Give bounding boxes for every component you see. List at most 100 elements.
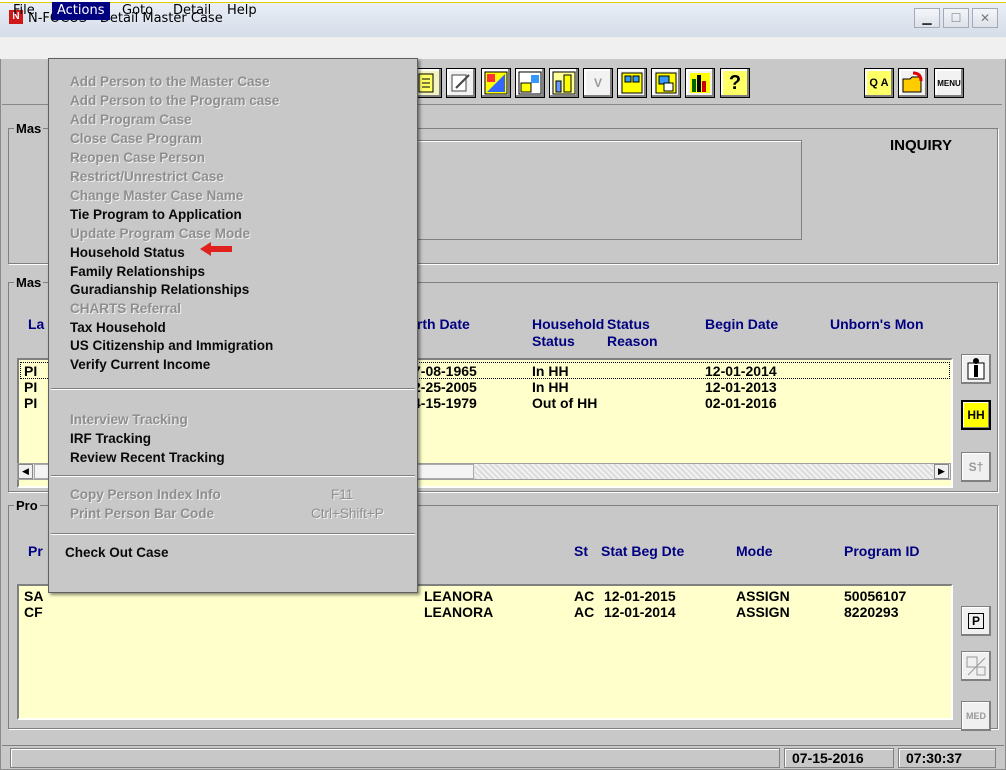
menu-item-add-person-master[interactable]: Add Person to the Master Case bbox=[70, 73, 270, 91]
menu-item-copy-person-index[interactable]: Copy Person Index Info bbox=[70, 486, 221, 504]
menu-item-print-bar-code[interactable]: Print Person Bar Code bbox=[70, 505, 214, 523]
info-icon-button[interactable] bbox=[515, 68, 545, 98]
program-id-cell: 8220293 bbox=[844, 604, 899, 620]
begin-date-cell: 12-01-2014 bbox=[705, 363, 777, 379]
status-date: 07-15-2016 bbox=[784, 748, 894, 768]
scroll-track[interactable] bbox=[475, 464, 933, 479]
menu-help[interactable]: Help bbox=[222, 2, 262, 20]
menu-item-family-relationships[interactable]: Family Relationships bbox=[70, 263, 205, 281]
person-detail-button[interactable] bbox=[961, 354, 991, 384]
col-household-status: Household Status bbox=[532, 316, 605, 349]
window-icon-button[interactable] bbox=[617, 68, 647, 98]
table-row[interactable]: PI bbox=[24, 396, 37, 411]
mode-label: INQUIRY bbox=[890, 137, 952, 154]
close-button[interactable]: ✕ bbox=[972, 8, 998, 28]
menu-item-reopen-case-person[interactable]: Reopen Case Person bbox=[70, 149, 205, 167]
program-name-cell: LEANORA bbox=[424, 604, 494, 620]
col-birth-date: irth Date bbox=[413, 316, 470, 332]
menu-separator bbox=[51, 475, 415, 477]
menu-bar bbox=[0, 37, 1006, 59]
menu-item-update-program-mode[interactable]: Update Program Case Mode bbox=[70, 225, 250, 243]
shortcut-ctrl-shift-p: Ctrl+Shift+P bbox=[311, 506, 384, 521]
menu-item-restrict-case[interactable]: Restrict/Unrestrict Case bbox=[70, 168, 224, 186]
status-message bbox=[10, 748, 780, 768]
col-program: Pr bbox=[28, 543, 43, 559]
shortcut-f11: F11 bbox=[331, 487, 354, 502]
help-icon: ? bbox=[728, 71, 742, 94]
menu-item-tax-household[interactable]: Tax Household bbox=[70, 319, 166, 337]
menu-actions[interactable]: Actions bbox=[52, 2, 110, 20]
program-status-cell: AC bbox=[574, 588, 595, 604]
menu-file[interactable]: File bbox=[8, 2, 40, 20]
household-status-cell: In HH bbox=[532, 379, 569, 395]
verify-icon-button[interactable]: V bbox=[583, 68, 613, 98]
household-status-cell: In HH bbox=[532, 363, 569, 379]
menu-detail[interactable]: Detail bbox=[168, 2, 216, 20]
edit-icon-button[interactable] bbox=[446, 68, 476, 98]
birth-date-cell: 2-25-2005 bbox=[413, 379, 477, 395]
program-transfer-button[interactable] bbox=[961, 651, 991, 681]
menu-item-irf-tracking[interactable]: IRF Tracking bbox=[70, 430, 151, 448]
program-button[interactable]: P bbox=[961, 606, 991, 636]
actions-dropdown-menu: Add Person to the Master Case Add Person… bbox=[48, 58, 418, 593]
program-stat-beg-cell: 12-01-2015 bbox=[604, 588, 676, 604]
household-status-cell: Out of HH bbox=[532, 395, 598, 411]
menu-item-add-person-program[interactable]: Add Person to the Program case bbox=[70, 92, 279, 110]
col-mode: Mode bbox=[736, 543, 773, 559]
case-name-panel bbox=[410, 140, 802, 240]
table-row[interactable]: PI bbox=[24, 380, 37, 395]
minimize-button[interactable]: ▁ bbox=[914, 8, 940, 28]
bar-chart-icon-button[interactable] bbox=[685, 68, 715, 98]
qa-icon-button[interactable]: Q A bbox=[864, 68, 894, 98]
menu-item-verify-income[interactable]: Verify Current Income bbox=[70, 356, 210, 374]
menu-separator bbox=[51, 388, 415, 390]
menu-item-guardianship[interactable]: Guradianship Relationships bbox=[70, 281, 249, 299]
menu-item-change-master-name[interactable]: Change Master Case Name bbox=[70, 187, 243, 205]
begin-date-cell: 02-01-2016 bbox=[705, 395, 777, 411]
program-group-label: Pro bbox=[14, 498, 40, 513]
col-st: St bbox=[574, 543, 588, 559]
menu-item-charts-referral[interactable]: CHARTS Referral bbox=[70, 300, 181, 318]
menu-item-us-citizenship[interactable]: US Citizenship and Immigration bbox=[70, 337, 273, 355]
med-button[interactable]: MED bbox=[961, 701, 991, 731]
folder-icon-button[interactable] bbox=[898, 68, 928, 98]
table-row[interactable]: PI bbox=[24, 364, 37, 379]
table-row[interactable]: CF bbox=[24, 605, 43, 620]
master-people-group-label: Mas bbox=[14, 275, 44, 290]
program-id-cell: 50056107 bbox=[844, 588, 907, 604]
household-button[interactable]: HH bbox=[961, 400, 991, 430]
menu-goto[interactable]: Goto bbox=[117, 2, 158, 20]
program-mode-cell: ASSIGN bbox=[736, 588, 790, 604]
address-icon-button[interactable] bbox=[481, 68, 511, 98]
table-row[interactable]: SA bbox=[24, 589, 43, 604]
col-status-reason: Status Reason bbox=[607, 316, 658, 349]
maximize-button[interactable]: ☐ bbox=[943, 8, 969, 28]
menu-item-check-out-case[interactable]: Check Out Case bbox=[65, 544, 169, 562]
help-icon-button[interactable]: ? bbox=[720, 68, 750, 98]
menu-item-add-program-case[interactable]: Add Program Case bbox=[70, 111, 192, 129]
menu-item-interview-tracking[interactable]: Interview Tracking bbox=[70, 411, 188, 429]
status-time: 07:30:37 bbox=[898, 748, 996, 768]
menu-item-tie-program[interactable]: Tie Program to Application bbox=[70, 206, 242, 224]
red-arrow-icon bbox=[200, 242, 232, 256]
master-case-group-label: Mas bbox=[14, 121, 44, 136]
transfer-icon-button[interactable] bbox=[651, 68, 681, 98]
menu-item-review-recent-tracking[interactable]: Review Recent Tracking bbox=[70, 449, 225, 467]
person-stat-button[interactable]: S† bbox=[961, 452, 991, 482]
birth-date-cell: 4-15-1979 bbox=[413, 395, 477, 411]
scroll-right-button[interactable]: ▶ bbox=[934, 464, 949, 479]
menu-icon-button[interactable]: MENU bbox=[934, 68, 964, 98]
menu-item-household-status[interactable]: Household Status bbox=[70, 244, 185, 262]
program-stat-beg-cell: 12-01-2014 bbox=[604, 604, 676, 620]
col-program-id: Program ID bbox=[844, 543, 920, 559]
chart-icon-button[interactable] bbox=[549, 68, 579, 98]
menu-item-close-case-program[interactable]: Close Case Program bbox=[70, 130, 202, 148]
program-mode-cell: ASSIGN bbox=[736, 604, 790, 620]
program-name-cell: LEANORA bbox=[424, 588, 494, 604]
scroll-left-button[interactable]: ◀ bbox=[18, 464, 33, 479]
menu-separator bbox=[51, 533, 415, 535]
col-stat-beg: Stat Beg Dte bbox=[601, 543, 685, 559]
col-last-name: La bbox=[28, 316, 45, 332]
birth-date-cell: 7-08-1965 bbox=[413, 363, 477, 379]
col-begin-date: Begin Date bbox=[705, 316, 779, 332]
